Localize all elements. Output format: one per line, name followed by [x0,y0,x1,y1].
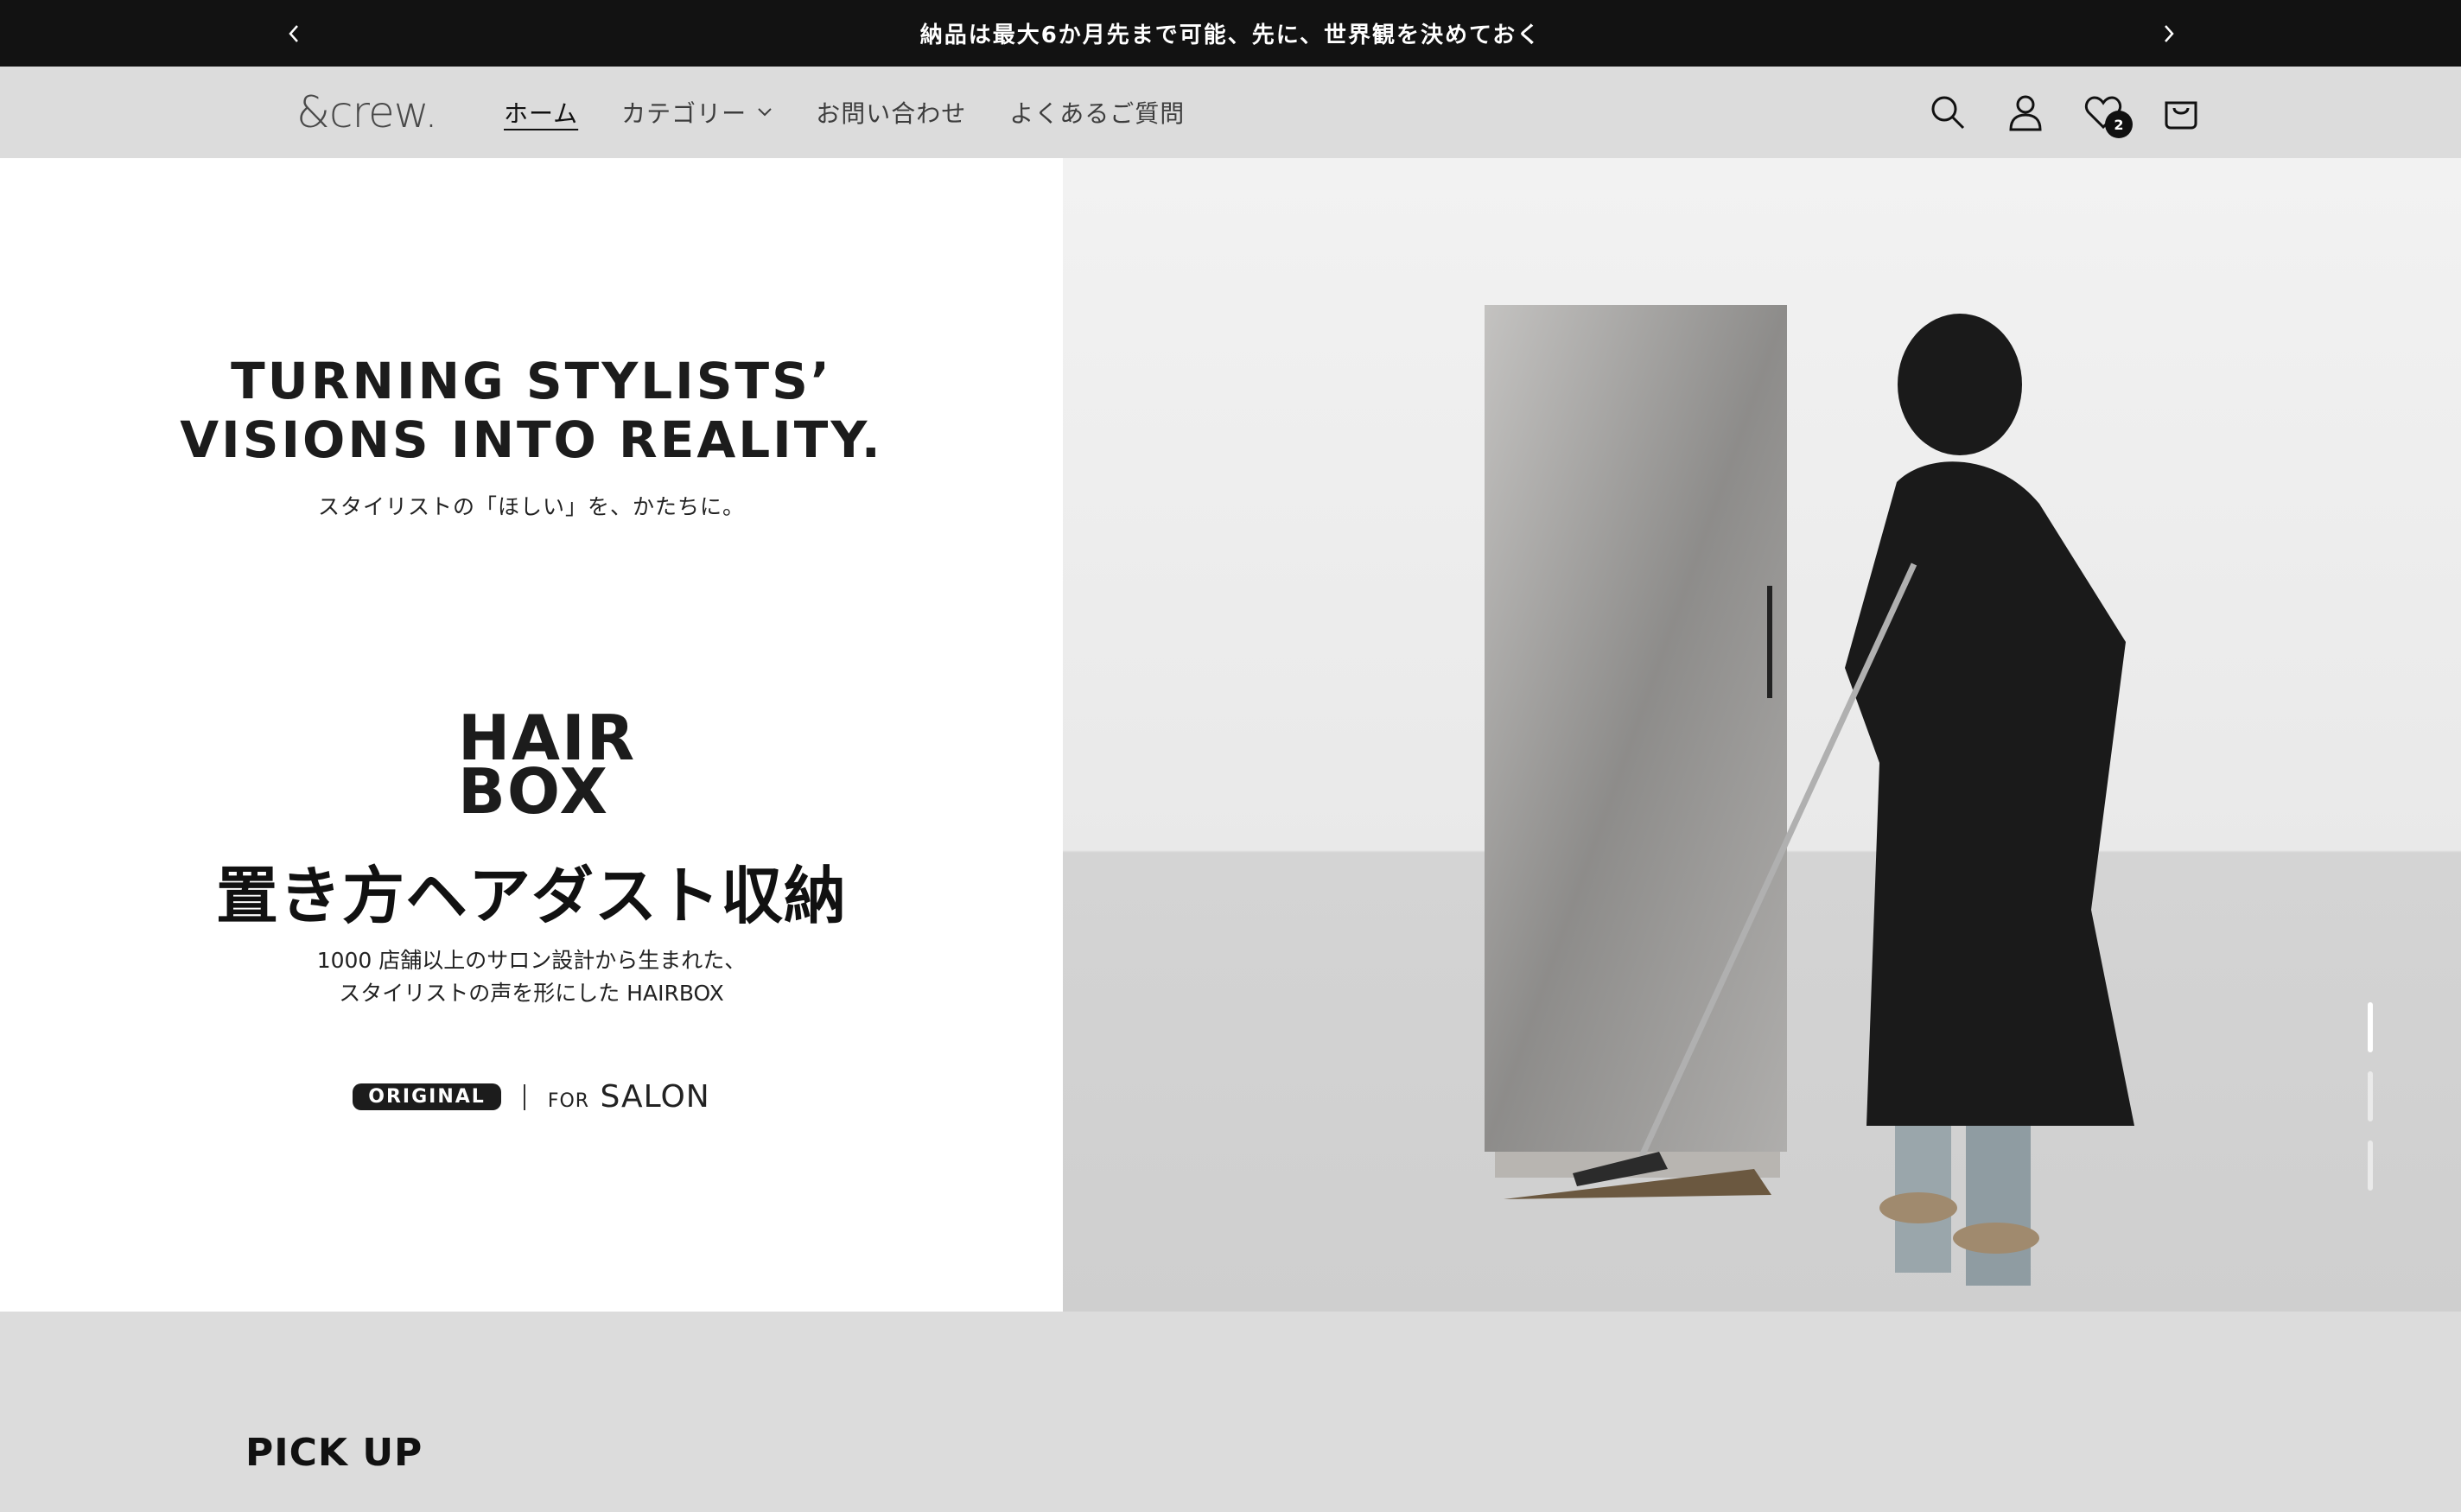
hero-tagline-line2: VISIONS INTO REALITY. [180,410,883,469]
header-icons: 2 [1927,67,2202,158]
nav-home-label: ホーム [504,99,579,128]
user-icon [2009,95,2042,131]
slide-indicators [2368,1002,2373,1191]
slide-indicator-3[interactable] [2368,1140,2373,1191]
for-label: FOR [547,1090,590,1112]
account-button[interactable] [2005,92,2046,133]
hero-text-panel: TURNING STYLISTS’ VISIONS INTO REALITY. … [0,158,1063,1312]
nav-category[interactable]: カテゴリー [621,95,773,130]
wishlist-count-badge: 2 [2105,111,2133,138]
hero-tagline-line1: TURNING STYLISTS’ [231,352,832,410]
original-badge: ORIGINAL [353,1083,501,1110]
hero-description: 1000 店舗以上のサロン設計から生まれた、 スタイリストの声を形にした HAI… [0,944,1063,1010]
cart-icon [2165,101,2197,130]
hairbox-logo-line2: BOX [458,755,610,828]
search-icon [1931,96,1965,130]
salon-label: SALON [600,1079,710,1115]
hairbox-logo: HAIR BOX [458,707,634,828]
main-nav: ホーム カテゴリー お問い合わせ よくあるご質問 [504,67,1185,158]
hero-title: 置き方ヘアダスト収納 [215,860,847,932]
pickup-section-title: PICK UP [245,1431,423,1475]
for-salon-label: FOR SALON [548,1079,710,1115]
search-button[interactable] [1927,92,1968,133]
announcement-text: 納品は最大6か月先まで可能、先に、世界観を決めておく [919,22,1542,48]
hero-tagline-sub: スタイリストの「ほしい」を、かたちに。 [317,494,745,519]
chevron-right-icon [2165,24,2174,42]
hero-desc-line1: 1000 店舗以上のサロン設計から生まれた、 [316,948,747,973]
hero-photo-illustration [1485,305,2134,1286]
announcement-prev-button[interactable] [268,0,320,67]
announcement-bar: 納品は最大6か月先まで可能、先に、世界観を決めておく [0,0,2461,67]
chevron-down-icon [758,108,772,117]
nav-category-label: カテゴリー [621,99,747,128]
wishlist-button[interactable]: 2 [2083,92,2133,138]
site-header: &crew. ホーム カテゴリー お問い合わせ よくあるご質問 2 [0,67,2461,158]
slide-indicator-2[interactable] [2368,1071,2373,1121]
chevron-left-icon [289,24,298,42]
nav-contact[interactable]: お問い合わせ [816,95,966,130]
hero-tags: ORIGINAL FOR SALON [0,1079,1063,1115]
site-logo[interactable]: &crew. [296,84,438,141]
cart-button[interactable] [2160,92,2202,133]
cabinet-image [1485,305,1787,1199]
hero-desc-line2: スタイリストの声を形にした HAIRBOX [339,981,724,1006]
nav-contact-label: お問い合わせ [816,99,967,128]
hero-image [1063,158,2461,1312]
nav-faq-label: よくあるご質問 [1009,99,1186,128]
tag-divider [523,1083,525,1110]
nav-home[interactable]: ホーム [504,95,578,130]
slide-indicator-1[interactable] [2368,1002,2373,1052]
announcement-next-button[interactable] [2143,0,2195,67]
nav-faq[interactable]: よくあるご質問 [1009,95,1185,130]
